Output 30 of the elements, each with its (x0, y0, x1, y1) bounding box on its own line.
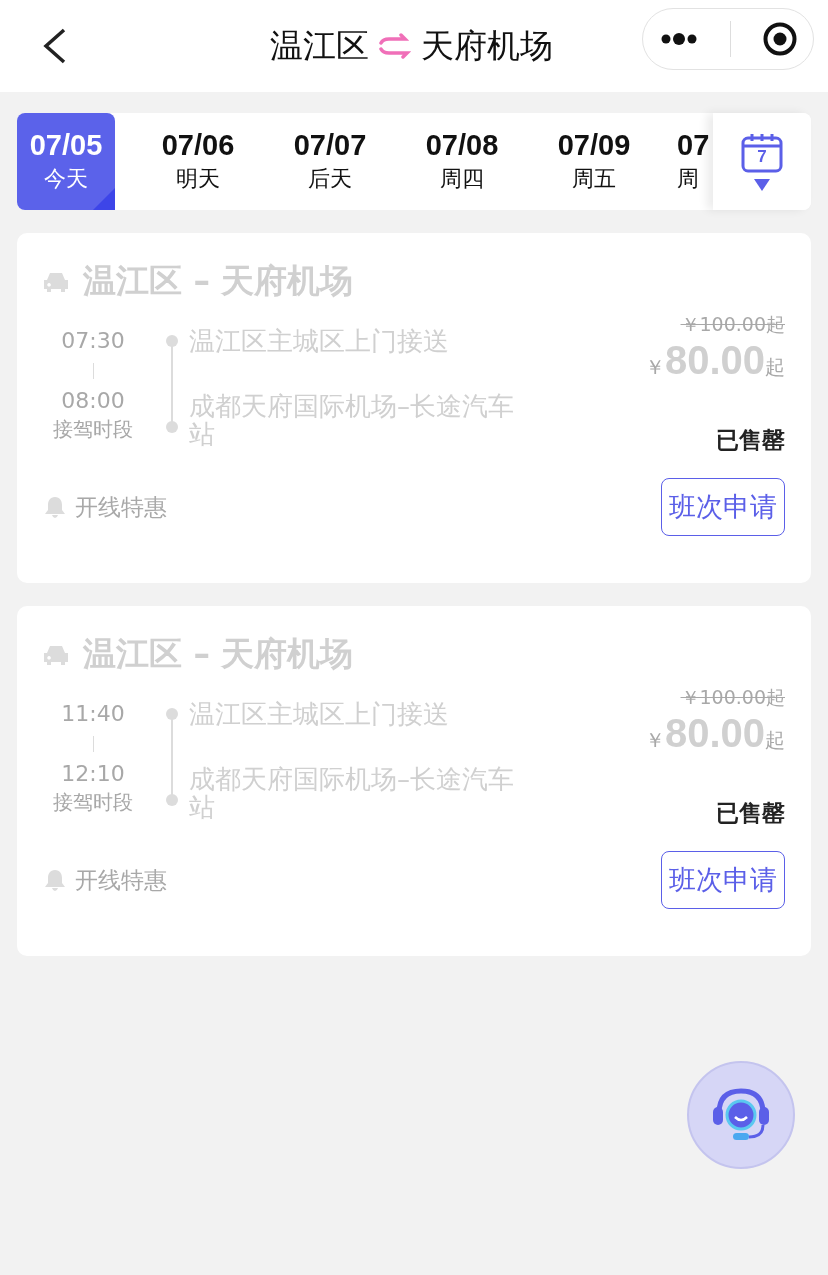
end-time: 08:00 (61, 387, 125, 415)
apply-button[interactable]: 班次申请 (661, 851, 785, 909)
date-tab[interactable]: 07/06 明天 (149, 113, 247, 210)
sold-out-status: 已售罄 (716, 426, 785, 455)
time-label: 接驾时段 (53, 416, 133, 443)
dropdown-caret-icon (754, 178, 770, 191)
car-icon (43, 270, 69, 293)
date-tab[interactable]: 07 周 (677, 113, 713, 210)
end-time: 12:10 (61, 760, 125, 788)
calendar-button[interactable]: 7 (713, 113, 811, 210)
close-target-icon[interactable] (761, 21, 798, 57)
apply-button[interactable]: 班次申请 (661, 478, 785, 536)
bell-icon (43, 495, 67, 519)
promo-text: 开线特惠 (75, 865, 167, 895)
bell-icon (43, 868, 67, 892)
car-icon (43, 643, 69, 666)
original-price: ￥100.00起 (680, 312, 785, 337)
date-tab[interactable]: 07/08 周四 (413, 113, 511, 210)
origin-title: 温江区 (269, 24, 369, 67)
destination-title: 天府机场 (420, 24, 553, 67)
swap-icon (376, 33, 413, 59)
date-tab[interactable]: 07/05 今天 (17, 113, 115, 210)
date-tab[interactable]: 07/07 后天 (281, 113, 379, 210)
promo-text: 开线特惠 (75, 492, 167, 522)
original-price: ￥100.00起 (680, 685, 785, 710)
start-time: 11:40 (61, 700, 125, 728)
sold-out-status: 已售罄 (716, 799, 785, 828)
time-label: 接驾时段 (53, 789, 133, 816)
date-tab[interactable]: 07/09 周五 (545, 113, 643, 210)
start-time: 07:30 (61, 327, 125, 355)
